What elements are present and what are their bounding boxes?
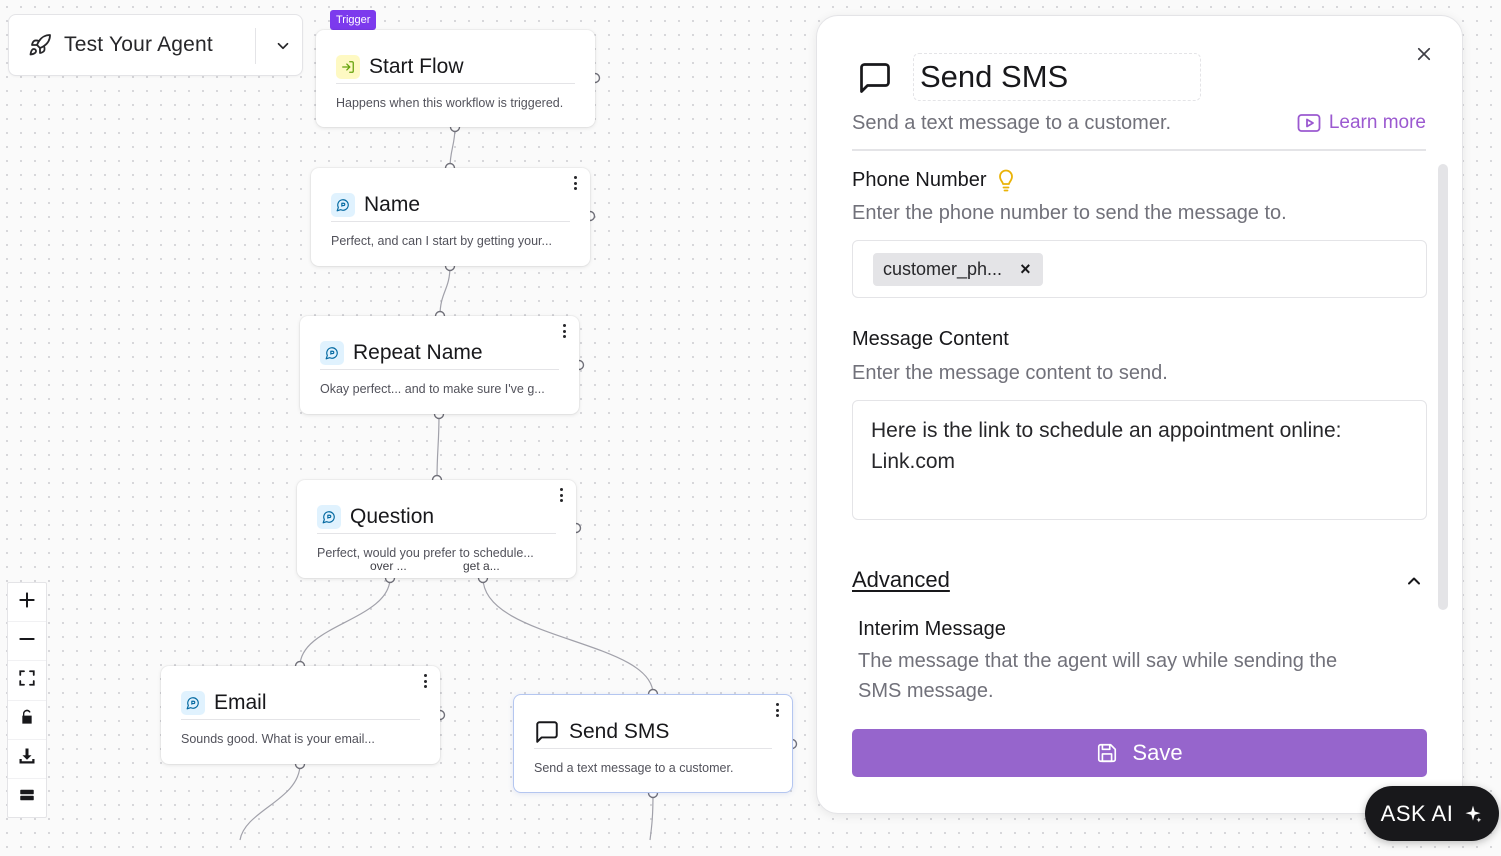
chat-icon <box>320 340 344 365</box>
node-description: Send a text message to a customer. <box>534 761 734 775</box>
divider <box>852 149 1426 151</box>
node-title: Name <box>364 192 421 216</box>
node-title-input[interactable]: Send SMS <box>913 53 1201 101</box>
message-square-icon <box>857 60 893 96</box>
chat-icon <box>317 504 341 529</box>
chevron-up-icon[interactable] <box>1404 571 1424 591</box>
close-icon[interactable] <box>1412 42 1436 66</box>
learn-more-label: Learn more <box>1328 112 1426 133</box>
message-line: Here is the link to schedule an appointm… <box>871 419 1342 442</box>
branch-label: get a... <box>463 559 500 573</box>
interim-help-line: SMS message. <box>858 680 994 702</box>
download-button[interactable] <box>8 740 46 779</box>
variable-chip-label: customer_ph... <box>883 259 1003 279</box>
node-question[interactable]: Question Perfect, would you prefer to sc… <box>297 480 576 578</box>
lightbulb-icon[interactable] <box>997 168 1015 192</box>
node-send-sms[interactable]: Send SMS Send a text message to a custom… <box>513 694 793 793</box>
edge-sms-next <box>649 792 654 841</box>
node-header: Send SMS <box>534 715 772 749</box>
more-options-icon[interactable] <box>572 176 578 190</box>
node-description: Perfect, and can I start by getting your… <box>331 234 552 248</box>
remove-chip-icon[interactable]: × <box>1020 259 1031 280</box>
ask-ai-button[interactable]: ASK AI <box>1365 786 1499 841</box>
node-description: Perfect, would you prefer to schedule... <box>317 546 534 560</box>
node-header: Email <box>181 686 420 720</box>
divider <box>255 28 256 64</box>
scrollbar[interactable] <box>1438 164 1448 610</box>
message-content-help: Enter the message content to send. <box>852 362 1168 384</box>
edge-repeat-question <box>436 413 440 481</box>
edge-start-name <box>449 126 456 169</box>
node-title: Question <box>350 504 435 528</box>
node-config-panel: Send SMS Send a text message to a custom… <box>816 15 1463 814</box>
canvas-toolbar <box>7 582 47 818</box>
fit-view-button[interactable] <box>8 661 46 701</box>
learn-more-link[interactable]: Learn more <box>1297 112 1426 134</box>
message-square-icon <box>534 719 560 745</box>
phone-number-field[interactable]: customer_ph... × <box>852 240 1427 298</box>
ask-ai-label: ASK AI <box>1380 800 1454 826</box>
save-label: Save <box>1132 740 1183 765</box>
advanced-toggle[interactable]: Advanced <box>852 567 950 593</box>
edge-name-repeat <box>439 265 451 317</box>
interim-message-label: Interim Message <box>858 618 1006 640</box>
minimap-icon <box>18 786 36 809</box>
message-content-textarea[interactable]: Here is the link to schedule an appointm… <box>852 400 1427 520</box>
node-header: Name <box>331 188 570 222</box>
more-options-icon[interactable] <box>561 324 567 338</box>
phone-label-text: Phone Number <box>852 168 987 191</box>
more-options-icon[interactable] <box>558 488 564 502</box>
fit-view-icon <box>18 669 36 692</box>
sparkle-icon <box>1463 804 1483 824</box>
edge-question-email <box>299 577 391 667</box>
zoom-out-button[interactable] <box>8 622 46 662</box>
node-header: Start Flow <box>336 50 575 84</box>
node-header: Question <box>317 500 556 534</box>
save-button[interactable]: Save <box>852 729 1427 777</box>
edge-question-sms <box>482 577 654 695</box>
node-title: Start Flow <box>369 54 464 78</box>
node-title: Email <box>214 690 267 714</box>
node-description: Sounds good. What is your email... <box>181 732 375 746</box>
chat-icon <box>331 192 355 217</box>
node-start-flow[interactable]: Start Flow Happens when this workflow is… <box>316 30 595 127</box>
edge-email-next <box>239 763 301 841</box>
more-options-icon[interactable] <box>422 674 428 688</box>
interim-help-line: The message that the agent will say whil… <box>858 650 1338 672</box>
more-options-icon[interactable] <box>774 703 780 717</box>
node-description: Happens when this workflow is triggered. <box>336 96 564 110</box>
chat-icon <box>181 690 205 715</box>
trigger-badge: Trigger <box>330 10 377 30</box>
zoom-in-button[interactable] <box>8 583 46 623</box>
rocket-icon <box>26 31 54 59</box>
branch-label: over ... <box>370 559 407 573</box>
agent-selector[interactable]: Test Your Agent <box>8 14 303 76</box>
agent-selector-label: Test Your Agent <box>64 33 213 56</box>
minus-icon <box>17 629 37 654</box>
video-icon <box>1297 113 1321 133</box>
node-email[interactable]: Email Sounds good. What is your email... <box>161 666 440 764</box>
node-header: Repeat Name <box>320 336 559 370</box>
chevron-down-icon[interactable] <box>271 34 295 58</box>
save-icon <box>1096 742 1118 764</box>
enter-icon <box>336 54 360 79</box>
message-content-label: Message Content <box>852 328 1009 350</box>
lock-icon <box>19 708 35 731</box>
node-title: Send SMS <box>569 719 670 743</box>
interim-message-help: The message that the agent will say whil… <box>858 646 1337 706</box>
minimap-button[interactable] <box>8 779 46 817</box>
variable-chip: customer_ph... × <box>873 253 1043 286</box>
node-name[interactable]: Name Perfect, and can I start by getting… <box>311 168 590 266</box>
message-line: Link.com <box>871 450 956 473</box>
phone-number-field-label: Phone Number <box>852 168 1015 192</box>
lock-button[interactable] <box>8 701 46 740</box>
plus-icon <box>17 590 37 615</box>
node-repeat-name[interactable]: Repeat Name Okay perfect... and to make … <box>300 316 579 414</box>
node-description: Okay perfect... and to make sure I've g.… <box>320 382 545 396</box>
panel-title: Send SMS <box>920 59 1069 94</box>
node-title: Repeat Name <box>353 340 483 364</box>
download-icon <box>18 747 36 770</box>
phone-number-help: Enter the phone number to send the messa… <box>852 202 1287 224</box>
panel-subtitle: Send a text message to a customer. <box>852 112 1172 134</box>
